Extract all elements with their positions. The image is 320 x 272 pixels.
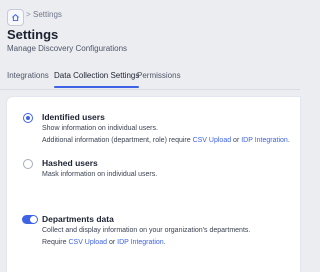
identified-users-note: Additional information (department, role… bbox=[42, 137, 290, 144]
active-tab-indicator bbox=[54, 86, 140, 88]
page-header: > Settings Settings Manage Discovery Con… bbox=[0, 0, 300, 92]
page-title: Settings bbox=[7, 27, 59, 42]
idp-integration-link[interactable]: IDP Integration bbox=[117, 239, 164, 246]
toggle-knob bbox=[30, 216, 37, 223]
csv-upload-link[interactable]: CSV Upload bbox=[68, 239, 107, 246]
house-glyph bbox=[12, 14, 19, 22]
departments-data-toggle[interactable] bbox=[22, 215, 38, 224]
departments-data-note: Require CSV Upload or IDP Integration. bbox=[42, 239, 166, 246]
hashed-users-title: Hashed users bbox=[42, 158, 98, 168]
hashed-users-desc: Mask information on individual users. bbox=[42, 171, 158, 178]
note-text: . bbox=[287, 137, 290, 144]
csv-upload-link[interactable]: CSV Upload bbox=[193, 137, 232, 144]
tabs-divider bbox=[0, 89, 300, 90]
settings-card: Identified users Show information on ind… bbox=[7, 97, 300, 272]
identified-users-title: Identified users bbox=[42, 112, 105, 122]
identified-users-desc: Show information on individual users. bbox=[42, 125, 158, 132]
note-text: or bbox=[231, 137, 242, 144]
note-text: Require bbox=[42, 239, 69, 246]
tab-permissions[interactable]: Permissions bbox=[137, 71, 181, 80]
page-subtitle: Manage Discovery Configurations bbox=[7, 44, 128, 53]
note-text: or bbox=[107, 239, 118, 246]
tab-data-collection-settings[interactable]: Data Collection Settings bbox=[54, 71, 140, 88]
idp-integration-link[interactable]: IDP Integration bbox=[241, 137, 288, 144]
departments-data-desc: Collect and display information on your … bbox=[42, 227, 251, 234]
breadcrumb-separator: > bbox=[26, 10, 31, 19]
tab-integrations[interactable]: Integrations bbox=[7, 71, 49, 80]
hashed-users-radio[interactable] bbox=[23, 159, 33, 169]
home-icon[interactable] bbox=[7, 9, 24, 26]
breadcrumb-current: Settings bbox=[33, 10, 62, 19]
note-text: . bbox=[163, 239, 166, 246]
tab-label: Permissions bbox=[137, 71, 181, 80]
note-text: Additional information (department, role… bbox=[42, 137, 193, 144]
tab-label: Integrations bbox=[7, 71, 49, 80]
tab-label: Data Collection Settings bbox=[54, 71, 140, 80]
identified-users-radio[interactable] bbox=[23, 113, 33, 123]
departments-data-title: Departments data bbox=[42, 214, 114, 224]
